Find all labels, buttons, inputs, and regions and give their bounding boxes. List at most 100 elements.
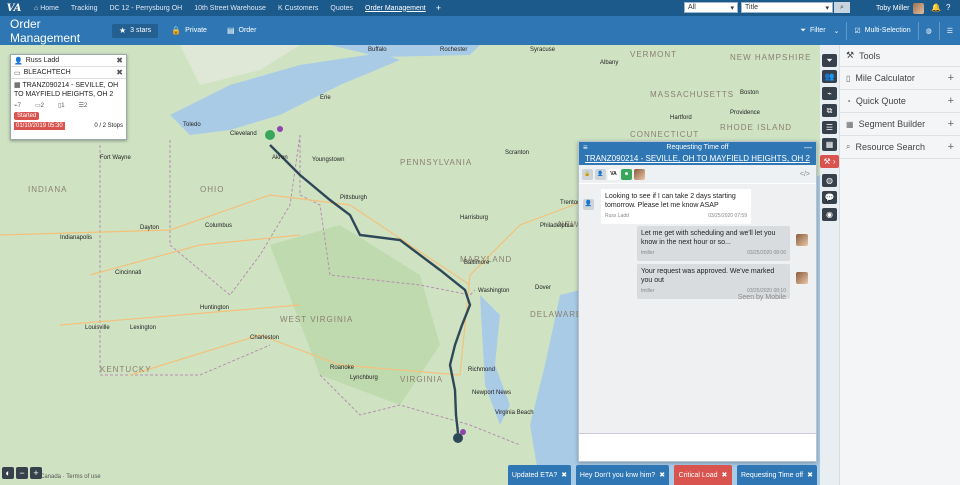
nav-quotes[interactable]: Quotes — [324, 5, 359, 12]
state-label: NEW HAMPSHIRE — [730, 53, 812, 62]
zoom-out-button[interactable]: − — [16, 467, 28, 479]
zoom-in-button[interactable]: + — [30, 467, 42, 479]
chevron-down-icon: ▾ — [730, 4, 734, 12]
avatar[interactable] — [634, 168, 645, 180]
state-label: DELAWARE — [530, 310, 583, 319]
nav-home[interactable]: ⌂ Home — [28, 5, 65, 12]
calendar-tool-button[interactable]: ▦ — [822, 138, 837, 151]
chat-window[interactable]: ≡ Requesting Time off — TRANZ090214 - SE… — [578, 141, 817, 462]
map-attribution[interactable]: Canada · Terms of use — [40, 474, 101, 480]
city-label: Roanoke — [330, 365, 355, 371]
users-tool-button[interactable]: 👥 — [822, 70, 837, 83]
driver-member-icon[interactable]: ☻ — [621, 168, 632, 180]
tool-resource-search[interactable]: ⌕ Resource Search + — [840, 136, 960, 159]
city-label: Syracuse — [530, 47, 556, 53]
toolbox-icon: ⚒ — [823, 157, 831, 166]
code-icon[interactable]: </> — [800, 171, 810, 178]
chat-members: 🔒 👤 VA ☻ </> — [579, 165, 816, 183]
id-card-icon: ▭ — [14, 69, 21, 77]
close-icon[interactable]: ✖ — [722, 471, 728, 479]
help-icon[interactable]: ? — [946, 0, 950, 16]
private-filter-button[interactable]: 🔒 Private — [164, 24, 214, 38]
nav-k-customers[interactable]: K Customers — [272, 5, 324, 12]
order-counts: ⌁7 ▭2 ▯1 ☰2 — [11, 101, 126, 110]
chat-order-link[interactable]: TRANZ090214 - SEVILLE, OH TO MAYFIELD HE… — [579, 153, 816, 165]
filter-tool-button[interactable]: ⏷ — [822, 54, 837, 67]
right-toolbar: ⏷ 👥 ⌁ ⧉ ☰ ▦ ⚒ › ◍ 💬 ◉ — [820, 45, 839, 485]
user-menu[interactable]: Toby Miller — [876, 0, 925, 16]
plus-icon[interactable]: + — [948, 72, 954, 84]
tools-tool-button[interactable]: ⚒ › — [820, 155, 839, 168]
city-label: Indianapolis — [60, 235, 93, 241]
nav-tracking[interactable]: Tracking — [65, 5, 104, 12]
city-label: Hartford — [670, 115, 692, 121]
city-label: Philadelphia — [540, 223, 573, 229]
tool-mile-calculator[interactable]: ▯ Mile Calculator + — [840, 67, 960, 90]
close-icon[interactable]: ✖ — [659, 471, 665, 479]
tags-tool-button[interactable]: ⌁ — [822, 87, 837, 100]
hamburger-icon[interactable]: ≡ — [583, 142, 588, 153]
state-label: MASSACHUSETTS — [650, 90, 735, 99]
map-controls: ◐ − + — [2, 467, 44, 479]
nav-dc12[interactable]: DC 12 - Perrysburg OH — [103, 5, 188, 12]
chat-input[interactable] — [579, 433, 816, 461]
state-label: PENNSYLVANIA — [400, 158, 473, 167]
globe-tool-button[interactable]: ◍ — [822, 174, 837, 187]
tool-segment-builder[interactable]: ▦ Segment Builder + — [840, 113, 960, 136]
chat-tab-critical-load[interactable]: Critical Load ✖ — [674, 465, 732, 485]
driver-name: Russ Ladd — [25, 57, 60, 64]
state-label: CONNECTICUT — [630, 130, 700, 139]
city-label: Akron — [272, 155, 288, 161]
plus-icon[interactable]: + — [948, 95, 954, 107]
close-icon[interactable]: ✖ — [561, 471, 567, 479]
state-label: VERMONT — [630, 50, 677, 59]
filter-button[interactable]: ⏷ Filter ⌄ — [793, 27, 846, 35]
stops-count: 0 / 2 Stops — [94, 123, 123, 129]
minimize-icon[interactable]: — — [804, 142, 812, 153]
plus-icon[interactable]: + — [948, 141, 954, 153]
city-label: Columbus — [205, 223, 233, 229]
close-icon[interactable]: ✖ — [116, 68, 123, 77]
copy-tool-button[interactable]: ⧉ — [822, 104, 837, 117]
stars-filter-button[interactable]: ★ 3 stars — [112, 23, 159, 38]
nav-order-management[interactable]: Order Management — [359, 5, 432, 12]
state-label: WEST VIRGINIA — [280, 315, 354, 324]
globe-button[interactable]: ◍ — [919, 27, 939, 35]
list-tool-button[interactable]: ☰ — [822, 121, 837, 134]
chat-tab-requesting-time-off[interactable]: Requesting Time off ✖ — [737, 465, 817, 485]
close-icon[interactable]: ✖ — [807, 471, 813, 479]
menu-button[interactable]: ☰ — [940, 27, 960, 35]
chat-tool-button[interactable]: 💬 — [822, 191, 837, 204]
chat-tab-hey[interactable]: Hey Don't you knw him? ✖ — [576, 465, 669, 485]
signal-tool-button[interactable]: ◉ — [822, 208, 837, 221]
close-icon[interactable]: ✖ — [116, 56, 123, 65]
va-member-icon[interactable]: VA — [608, 168, 619, 180]
city-label: Washington — [478, 288, 510, 294]
state-label: RHODE ISLAND — [720, 123, 793, 132]
add-tab-button[interactable]: + — [432, 3, 445, 13]
state-label: OHIO — [200, 185, 225, 194]
order-date: 01/10/2019 05:30 — [14, 122, 65, 130]
tool-quick-quote[interactable]: ◔ Quick Quote + — [840, 90, 960, 113]
hamburger-icon: ☰ — [946, 27, 953, 35]
copy-icon: ⧉ — [826, 106, 833, 115]
route-start-marker — [265, 130, 275, 140]
lock-icon: 🔒 — [171, 26, 182, 35]
chat-tab-updated-eta[interactable]: Updated ETA? ✖ — [508, 465, 571, 485]
multi-selection-toggle[interactable]: ☑ Multi-Selection — [847, 27, 917, 35]
sub-header: Order Management ★ 3 stars 🔒 Private ▤ Orde… — [0, 16, 960, 45]
city-label: Rochester — [440, 47, 468, 53]
compass-button[interactable]: ◐ — [2, 467, 14, 479]
order-card[interactable]: 👤 Russ Ladd ✖ ▭ BLEACHTECH ✖ ▦ TRANZ0902… — [10, 54, 127, 140]
order-filter-button[interactable]: ▤ Order — [220, 24, 263, 38]
city-label: Charleston — [250, 335, 280, 341]
nav-warehouse[interactable]: 10th Street Warehouse — [188, 5, 272, 12]
app-logo[interactable]: VA — [0, 0, 28, 16]
order-title[interactable]: ▦ TRANZ090214 - SEVILLE, OH TO MAYFIELD … — [11, 79, 126, 101]
city-label: Richmond — [468, 367, 496, 373]
scope-select[interactable]: All ▾ — [684, 2, 738, 13]
plus-icon[interactable]: + — [948, 118, 954, 130]
search-button[interactable]: ⌕ — [834, 2, 850, 13]
bell-icon[interactable]: 🔔 — [931, 0, 941, 16]
field-select[interactable]: Title ▾ — [741, 2, 833, 13]
